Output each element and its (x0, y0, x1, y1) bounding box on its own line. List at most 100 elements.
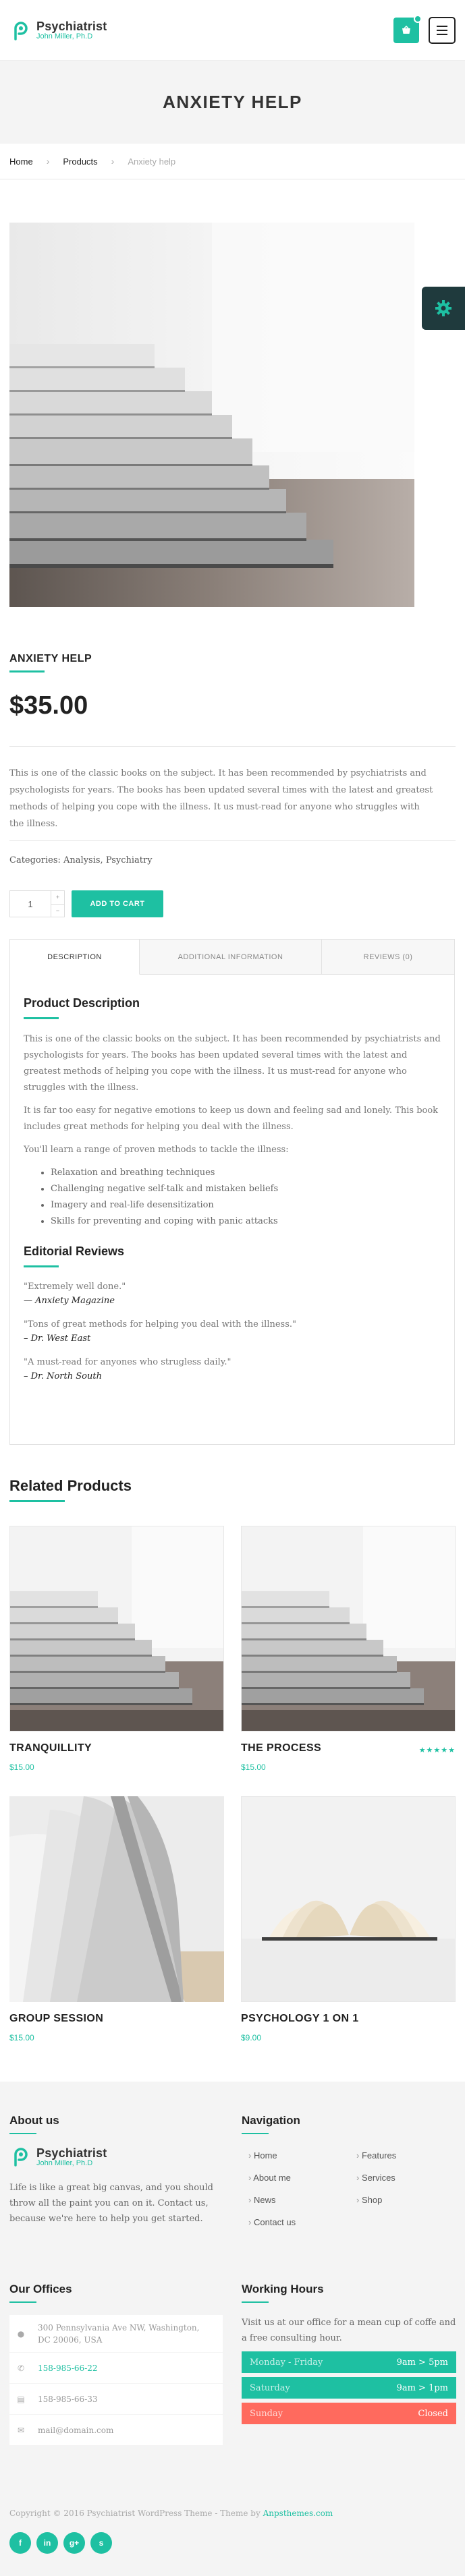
social-links: f in g+ s (9, 2532, 112, 2554)
footer-nav-services[interactable]: Services (356, 2173, 464, 2183)
cart-badge (414, 14, 422, 23)
product-thumbnail[interactable] (9, 1796, 224, 2002)
review-quote: "Extremely well done." (24, 1282, 126, 1292)
linkedin-icon[interactable]: in (36, 2532, 58, 2554)
footer-heading: About us (9, 2114, 59, 2127)
footer-nav-home[interactable]: Home (248, 2150, 356, 2160)
product-image[interactable] (9, 223, 414, 607)
hours-text: Visit us at our office for a mean cup of… (242, 2318, 456, 2343)
facebook-icon[interactable]: f (9, 2532, 31, 2554)
brand-name: Psychiatrist (36, 20, 107, 33)
product-tabs: DESCRIPTION ADDITIONAL INFORMATION REVIE… (9, 939, 455, 1445)
quantity-decrease[interactable]: − (51, 905, 64, 917)
logo-icon (14, 2148, 28, 2167)
product-card[interactable]: PSYCHOLOGY 1 ON 1 $9.00 (241, 1796, 456, 2042)
review-author: – Dr. West East (24, 1334, 91, 1344)
footer-logo[interactable]: Psychiatrist John Miller, Ph.D (9, 2145, 219, 2168)
skype-icon[interactable]: s (90, 2532, 112, 2554)
product-price: $35.00 (9, 691, 88, 720)
product-name[interactable]: PSYCHOLOGY 1 ON 1 (241, 2013, 456, 2025)
product-thumbnail[interactable] (9, 1526, 224, 1731)
list-item: Challenging negative self-talk and mista… (51, 1181, 441, 1197)
tab-description[interactable]: DESCRIPTION (10, 940, 140, 975)
footer-heading: Navigation (242, 2114, 300, 2127)
description-paragraph: This is one of the classic books on the … (24, 1034, 441, 1093)
product-short-description: This is one of the classic books on the … (9, 768, 433, 829)
tab-additional-information[interactable]: ADDITIONAL INFORMATION (140, 940, 322, 974)
breadcrumb-products[interactable]: Products (63, 156, 97, 167)
quantity-increase[interactable]: + (51, 891, 64, 905)
editorial-review: "Tons of great methods for helping you d… (24, 1317, 441, 1346)
mail-icon: ✉ (17, 2425, 25, 2435)
description-paragraph: It is far too easy for negative emotions… (24, 1106, 439, 1132)
footer-nav-about[interactable]: About me (248, 2173, 356, 2183)
description-bullets: Relaxation and breathing techniques Chal… (24, 1165, 441, 1230)
description-heading: Product Description (24, 996, 140, 1010)
chevron-right-icon: › (111, 156, 115, 167)
office-phone[interactable]: ✆ 158-985-66-22 (9, 2353, 223, 2384)
footer-offices: Our Offices ● 300 Pennsylvania Ave NW, W… (9, 2283, 223, 2446)
review-quote: "Tons of great methods for helping you d… (24, 1319, 296, 1329)
product-price: $15.00 (9, 1763, 34, 1772)
product-name[interactable]: TRANQUILLITY (9, 1742, 224, 1754)
menu-button[interactable] (429, 16, 456, 44)
menu-icon (437, 25, 447, 27)
location-icon: ● (17, 2328, 25, 2339)
footer-nav-contact[interactable]: Contact us (248, 2217, 356, 2227)
product-categories: Categories: Analysis, Psychiatry (9, 855, 153, 865)
product-price: $15.00 (241, 1763, 266, 1772)
product-name[interactable]: GROUP SESSION (9, 2013, 224, 2025)
logo[interactable]: Psychiatrist John Miller, Ph.D (9, 19, 107, 42)
tab-reviews[interactable]: REVIEWS (0) (322, 940, 454, 974)
footer-nav-list: Home Features About me Services News Sho… (248, 2150, 464, 2227)
product-card[interactable]: THE PROCESS $15.00 ★★★★★ (241, 1526, 456, 1772)
product-card[interactable]: TRANQUILLITY $15.00 (9, 1526, 224, 1772)
theme-author-link[interactable]: Anpsthemes.com (263, 2509, 333, 2518)
reviews-heading: Editorial Reviews (24, 1244, 125, 1258)
star-rating: ★★★★★ (418, 1746, 456, 1754)
google-plus-icon[interactable]: g+ (63, 2532, 85, 2554)
quantity-value[interactable]: 1 (10, 891, 51, 917)
footer-about: About us Psychiatrist John Miller, Ph.D … (9, 2114, 219, 2227)
footer-hours: Working Hours Visit us at our office for… (242, 2283, 456, 2424)
settings-toggle[interactable] (422, 287, 465, 330)
review-quote: "A must-read for anyones who strugless d… (24, 1357, 231, 1367)
hours-row: Sunday Closed (242, 2403, 456, 2424)
list-item: Relaxation and breathing techniques (51, 1165, 441, 1181)
quantity-stepper[interactable]: 1 + − (9, 890, 65, 917)
product-card[interactable]: GROUP SESSION $15.00 (9, 1796, 224, 2042)
cart-button[interactable] (393, 14, 422, 43)
divider (9, 746, 456, 747)
breadcrumb-home[interactable]: Home (9, 156, 33, 167)
footer-about-text: Life is like a great big canvas, and you… (9, 2183, 213, 2224)
office-email[interactable]: ✉ mail@domain.com (9, 2415, 223, 2446)
office-phone[interactable]: ▤ 158-985-66-33 (9, 2384, 223, 2415)
editorial-review: "Extremely well done." — Anxiety Magazin… (24, 1280, 441, 1308)
footer-nav-news[interactable]: News (248, 2195, 356, 2205)
heading-underline (24, 1265, 59, 1267)
heading-underline (24, 1017, 59, 1019)
related-products-heading: Related Products (9, 1477, 132, 1494)
page-hero: ANXIETY HELP (0, 61, 465, 144)
site-footer: About us Psychiatrist John Miller, Ph.D … (0, 2082, 465, 2576)
product-thumbnail[interactable] (241, 1526, 456, 1731)
footer-nav-features[interactable]: Features (356, 2150, 464, 2160)
add-to-cart-button[interactable]: ADD TO CART (72, 890, 163, 917)
divider (9, 840, 456, 841)
tab-panel-description: Product Description This is one of the c… (10, 975, 454, 1404)
product-thumbnail[interactable] (241, 1796, 456, 2002)
product-title-block: ANXIETY HELP (9, 653, 92, 672)
footer-nav-shop[interactable]: Shop (356, 2195, 464, 2205)
footer-navigation: Navigation Home Features About me Servic… (242, 2114, 464, 2227)
footer-brand-name: Psychiatrist (36, 2146, 107, 2160)
office-address: ● 300 Pennsylvania Ave NW, Washington, D… (9, 2315, 223, 2353)
list-item: Skills for preventing and coping with pa… (51, 1213, 441, 1230)
hours-row: Saturday 9am > 1pm (242, 2377, 456, 2399)
printer-icon: ▤ (17, 2394, 25, 2404)
category-link-analysis[interactable]: Analysis (63, 855, 101, 865)
description-paragraph: You'll learn a range of proven methods t… (24, 1145, 289, 1155)
logo-icon (14, 21, 28, 40)
category-link-psychiatry[interactable]: Psychiatry (106, 855, 153, 865)
heading-underline (9, 1500, 65, 1502)
chevron-right-icon: › (46, 156, 50, 167)
